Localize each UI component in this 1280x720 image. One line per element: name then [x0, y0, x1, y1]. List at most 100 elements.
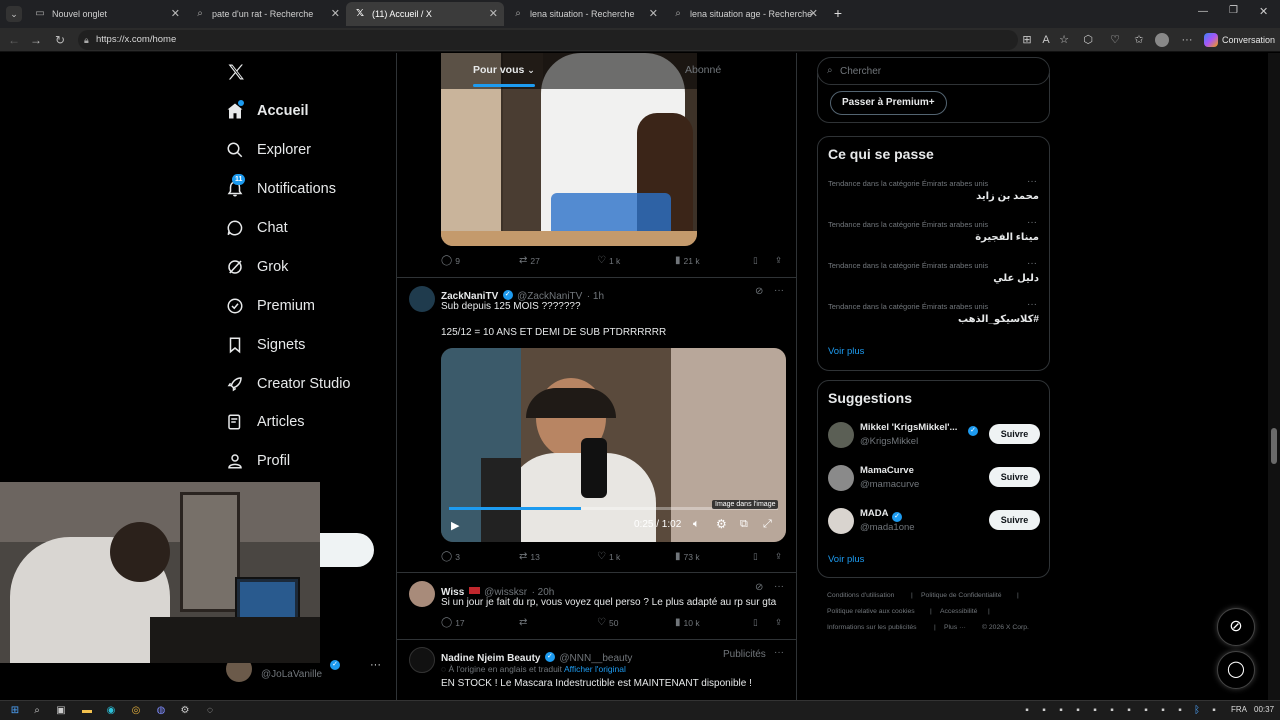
suggestions-show-more-link[interactable]: Voir plus: [828, 554, 864, 565]
views-button[interactable]: ▮ 10 k: [675, 617, 700, 628]
url-field[interactable]: 🔒︎ https://x.com/home: [78, 30, 1018, 50]
new-tab-button[interactable]: +: [830, 5, 846, 21]
x-logo[interactable]: [226, 62, 246, 82]
scrollbar-thumb[interactable]: [1271, 428, 1277, 464]
browser-essentials-icon[interactable]: ♡: [1108, 33, 1122, 47]
search-icon[interactable]: ⌕: [30, 704, 44, 718]
tray-icon[interactable]: ▪: [1020, 704, 1034, 718]
bookmark-button[interactable]: ▯: [753, 617, 758, 628]
trend-item[interactable]: Tendance dans la catégorie Émirats arabe…: [818, 298, 1049, 334]
app-icon[interactable]: ◌: [203, 704, 217, 718]
volume-icon[interactable]: 🔈︎: [693, 518, 700, 531]
repost-button[interactable]: ⇄ 27: [519, 255, 540, 266]
nav-profile[interactable]: Profil: [226, 449, 290, 473]
suggestion-item[interactable]: MamaCurve @mamacurve Suivre: [828, 464, 1040, 494]
read-aloud-icon[interactable]: A: [1039, 33, 1053, 47]
footer-accessibility-link[interactable]: Accessibilité: [940, 608, 977, 615]
nav-grok[interactable]: Grok: [226, 255, 288, 279]
tab-following[interactable]: Abonné: [685, 64, 721, 76]
tray-icon[interactable]: ▪: [1088, 704, 1102, 718]
share-button[interactable]: ⇪: [775, 551, 782, 562]
footer-ads-info-link[interactable]: Informations sur les publicités: [827, 624, 917, 631]
share-button[interactable]: ⇪: [775, 617, 782, 628]
more-options-icon[interactable]: ···: [774, 581, 784, 592]
windows-start-icon[interactable]: ⊞: [8, 704, 22, 718]
back-icon[interactable]: ←: [6, 32, 22, 48]
app-icon[interactable]: ⊞: [1020, 33, 1034, 47]
like-button[interactable]: ♡ 50: [597, 617, 618, 628]
nav-creator-studio[interactable]: Creator Studio: [226, 372, 351, 396]
suggestion-item[interactable]: Mikkel 'KrigsMikkel'... ✓ @KrigsMikkel S…: [828, 421, 1040, 451]
bookmark-button[interactable]: ▯: [753, 255, 758, 266]
nav-premium[interactable]: Premium: [226, 294, 315, 318]
close-tab-icon[interactable]: ✕: [649, 7, 658, 20]
discord-icon[interactable]: ◍: [154, 704, 168, 718]
tray-icon[interactable]: ▪: [1207, 704, 1221, 718]
favorites-icon[interactable]: ✩: [1132, 33, 1146, 47]
close-tab-icon[interactable]: ✕: [171, 7, 180, 20]
microphone-icon[interactable]: ▪: [1122, 704, 1136, 718]
browser-tab[interactable]: ⌕ lena situation - Recherche ✕: [504, 2, 664, 26]
bookmark-button[interactable]: ▯: [753, 551, 758, 562]
play-icon[interactable]: ▶: [451, 519, 459, 532]
tray-icon[interactable]: ▪: [1139, 704, 1153, 718]
favorite-star-icon[interactable]: ☆: [1057, 33, 1071, 47]
browser-tab[interactable]: ▭ Nouvel onglet ✕: [26, 2, 186, 26]
follow-button[interactable]: Suivre: [989, 510, 1040, 530]
reply-button[interactable]: ◯ 9: [441, 255, 460, 266]
footer-cookies-link[interactable]: Politique relative aux cookies: [827, 608, 915, 615]
fullscreen-icon[interactable]: ⤢: [763, 518, 772, 531]
tray-icon[interactable]: ▪: [1037, 704, 1051, 718]
reply-button[interactable]: ◯ 17: [441, 617, 465, 628]
grok-icon[interactable]: ⊘: [755, 582, 763, 593]
minimize-window-icon[interactable]: —: [1198, 6, 1208, 17]
premium-plus-button[interactable]: Passer à Premium+: [830, 91, 947, 115]
views-button[interactable]: ▮ 21 k: [675, 255, 700, 266]
grok-floating-button[interactable]: ⊘: [1217, 608, 1255, 646]
trend-item[interactable]: Tendance dans la catégorie Émirats arabe…: [818, 175, 1049, 211]
show-original-link[interactable]: Afficher l'original: [564, 664, 626, 674]
forward-icon[interactable]: →: [28, 32, 44, 48]
refresh-icon[interactable]: ↻: [52, 32, 68, 48]
language-indicator[interactable]: FRA: [1231, 705, 1247, 714]
tray-icon[interactable]: ▪: [1105, 704, 1119, 718]
settings-icon[interactable]: ⚙: [716, 517, 727, 531]
extensions-icon[interactable]: ⬡: [1081, 33, 1095, 47]
browser-tab[interactable]: ⌕ lena situation age - Recherche ✕: [664, 2, 824, 26]
pip-icon[interactable]: ⧉: [740, 518, 748, 531]
suggestion-item[interactable]: MADA ✓ @mada1one Suivre: [828, 507, 1040, 537]
grok-icon[interactable]: ⊘: [755, 286, 763, 297]
nav-chat[interactable]: Chat: [226, 216, 288, 240]
browser-tab-active[interactable]: 𝕏 (11) Accueil / X ✕: [346, 2, 504, 26]
edge-icon[interactable]: ◉: [104, 704, 118, 718]
chrome-icon[interactable]: ◎: [129, 704, 143, 718]
tab-actions-button[interactable]: ⌄: [6, 6, 22, 22]
like-button[interactable]: ♡ 1 k: [597, 255, 620, 266]
more-options-icon[interactable]: ···: [774, 647, 784, 658]
file-explorer-icon[interactable]: ▬: [80, 704, 94, 718]
more-options-icon[interactable]: ···: [774, 285, 784, 296]
avatar[interactable]: [409, 286, 435, 312]
page-scrollbar[interactable]: [1268, 53, 1280, 700]
chat-floating-button[interactable]: ◯: [1217, 651, 1255, 689]
nav-articles[interactable]: Articles: [226, 410, 305, 434]
nav-notifications[interactable]: 11 Notifications: [226, 174, 336, 201]
tray-icon[interactable]: ▪: [1054, 704, 1068, 718]
more-options-icon[interactable]: ···: [1180, 33, 1194, 47]
tray-icon[interactable]: ▪: [1173, 704, 1187, 718]
footer-privacy-link[interactable]: Politique de Confidentialité: [921, 592, 1001, 599]
restore-window-icon[interactable]: ❐: [1229, 5, 1238, 16]
repost-button[interactable]: ⇄: [519, 617, 530, 628]
browser-tab[interactable]: ⌕ pate d'un rat - Recherche ✕: [186, 2, 346, 26]
more-options-icon[interactable]: ···: [370, 659, 381, 671]
close-tab-icon[interactable]: ✕: [331, 7, 340, 20]
more-options-icon[interactable]: ···: [1027, 258, 1037, 269]
more-options-icon[interactable]: ···: [1027, 299, 1037, 310]
nav-home[interactable]: Accueil: [226, 99, 309, 123]
avatar[interactable]: [409, 647, 435, 673]
tray-icon[interactable]: ▪: [1156, 704, 1170, 718]
nav-explore[interactable]: Explorer: [226, 138, 311, 162]
footer-more-link[interactable]: Plus ···: [944, 624, 966, 631]
nav-bookmarks[interactable]: Signets: [226, 333, 305, 357]
repost-button[interactable]: ⇄ 13: [519, 551, 540, 562]
